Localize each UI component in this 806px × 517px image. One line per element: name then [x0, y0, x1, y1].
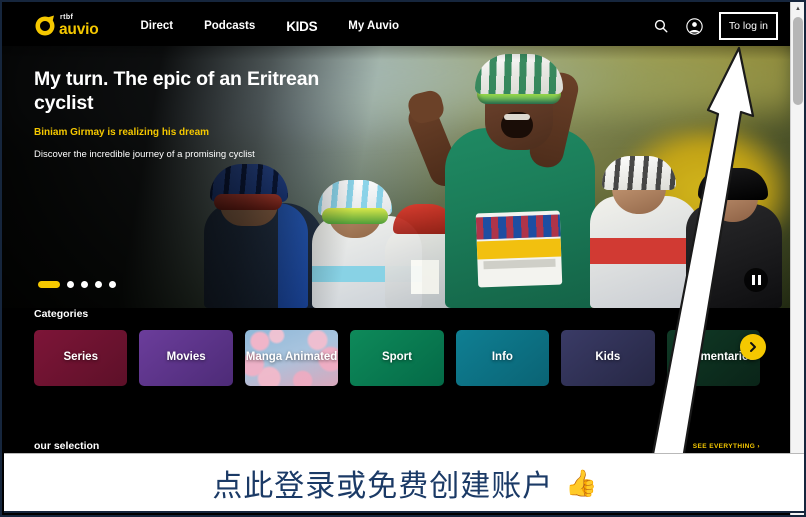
site-logo[interactable]: rtbf auvio — [34, 14, 99, 39]
nav-item-podcasts[interactable]: Podcasts — [204, 20, 255, 32]
chevron-right-icon — [750, 342, 756, 352]
carousel-indicator[interactable] — [38, 281, 116, 288]
category-card-sport[interactable]: Sport — [350, 330, 444, 386]
auvio-logo-icon — [34, 15, 56, 37]
vertical-scrollbar[interactable]: ▲ ▼ — [790, 2, 804, 515]
header-actions: To log in — [651, 12, 778, 40]
hero-subtitle: Biniam Girmay is realizing his dream — [34, 126, 210, 138]
main-navigation: Direct Podcasts KIDS My Auvio — [140, 19, 399, 34]
selection-title: our selection — [34, 440, 100, 452]
selection-section: our selection SEE EVERYTHING › — [2, 440, 792, 452]
hero-description: Discover the incredible journey of a pro… — [34, 148, 255, 160]
categories-row: Series Movies Manga Animated Sport Info … — [34, 330, 760, 386]
carousel-dot-1[interactable] — [38, 281, 60, 288]
annotation-caption-text: 点此登录或免费创建账户 — [212, 468, 554, 504]
categories-next-button[interactable] — [740, 334, 766, 360]
category-label-info: Info — [491, 351, 513, 364]
nav-item-my-auvio[interactable]: My Auvio — [348, 20, 399, 32]
search-icon[interactable] — [651, 16, 671, 36]
nav-item-direct[interactable]: Direct — [140, 20, 173, 32]
hero-title: My turn. The epic of an Eritrean cyclist — [34, 68, 320, 114]
logo-auvio-text: auvio — [59, 21, 99, 39]
page-viewport: My turn. The epic of an Eritrean cyclist… — [2, 2, 792, 457]
hero-content: My turn. The epic of an Eritrean cyclist… — [34, 68, 364, 160]
login-button[interactable]: To log in — [718, 12, 778, 40]
nav-item-kids[interactable]: KIDS — [286, 19, 317, 34]
category-card-kids[interactable]: Kids — [561, 330, 655, 386]
category-card-movies[interactable]: Movies — [139, 330, 233, 386]
logo-rtbf-text: rtbf — [60, 14, 74, 22]
see-everything-link[interactable]: SEE EVERYTHING › — [693, 443, 760, 450]
carousel-dot-2[interactable] — [67, 281, 74, 288]
category-label-sport: Sport — [381, 351, 412, 364]
category-card-series[interactable]: Series — [34, 330, 128, 386]
user-avatar-icon[interactable] — [685, 16, 705, 36]
pause-icon-bar-left — [751, 275, 755, 285]
thumbs-up-icon: 👍 — [565, 467, 598, 498]
annotation-caption-banner: 点此登录或免费创建账户 👍 — [4, 453, 804, 513]
category-label-series: Series — [63, 351, 98, 364]
pause-icon-bar-right — [757, 275, 761, 285]
categories-title: Categories — [34, 308, 89, 320]
hero-carousel[interactable]: My turn. The epic of an Eritrean cyclist… — [2, 6, 792, 308]
carousel-dot-3[interactable] — [81, 281, 88, 288]
site-header: rtbf auvio Direct Podcasts KIDS My Auvio — [2, 6, 792, 46]
category-label-manga-animated: Manga Animated — [245, 351, 338, 364]
category-card-info[interactable]: Info — [455, 330, 550, 386]
category-card-manga-animated[interactable]: Manga Animated — [244, 330, 339, 386]
categories-section: Categories Series Movies Manga Animated … — [2, 308, 792, 386]
browser-window: My turn. The epic of an Eritrean cyclist… — [0, 0, 806, 517]
carousel-dot-4[interactable] — [95, 281, 102, 288]
scrollbar-up-arrow[interactable]: ▲ — [791, 2, 804, 15]
carousel-dot-5[interactable] — [109, 281, 116, 288]
category-label-kids: Kids — [595, 351, 621, 364]
category-label-movies: Movies — [166, 351, 206, 364]
scrollbar-thumb[interactable] — [793, 17, 803, 105]
carousel-pause-button[interactable] — [744, 268, 768, 292]
